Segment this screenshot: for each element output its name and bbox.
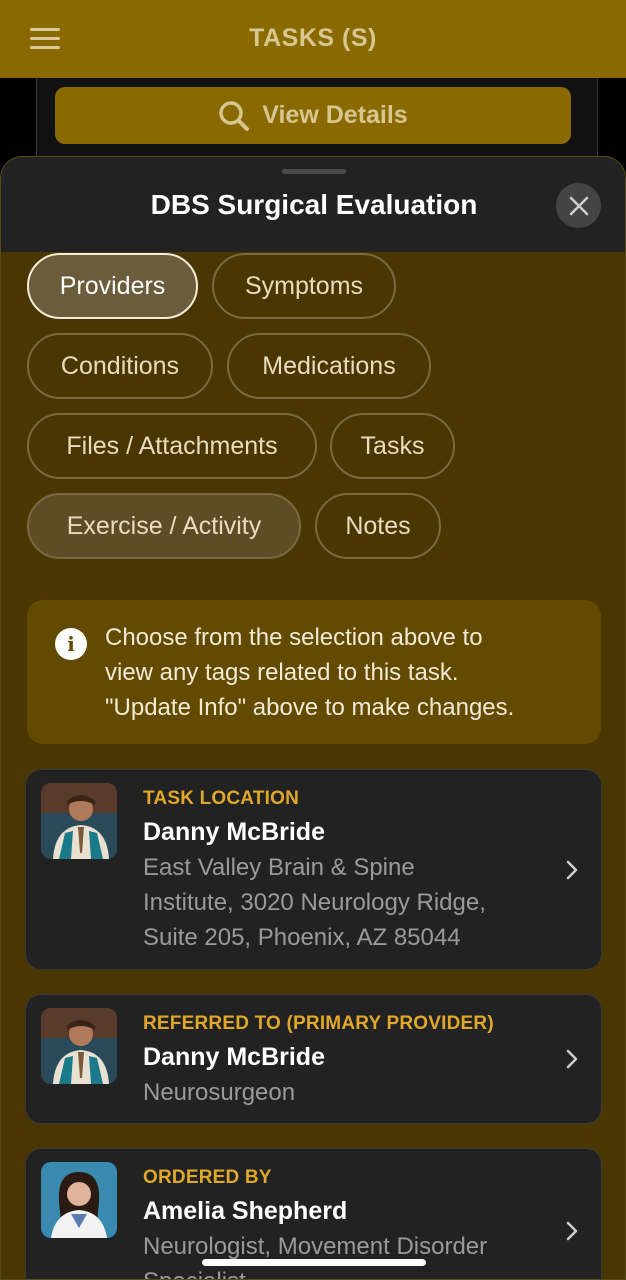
chevron-right-icon	[566, 1221, 578, 1241]
chevron-right-icon	[566, 860, 578, 880]
chip-conditions[interactable]: Conditions	[27, 333, 213, 399]
card-detail-line: Institute, 3020 Neurology Ridge,	[143, 889, 486, 916]
provider-card-task-location[interactable]: TASK LOCATION Danny McBride East Valley …	[25, 769, 602, 970]
chip-files-attachments[interactable]: Files / Attachments	[27, 413, 317, 479]
avatar	[41, 1008, 117, 1084]
card-name: Danny McBride	[143, 1043, 325, 1071]
chip-medications[interactable]: Medications	[227, 333, 431, 399]
card-details: Neurologist, Movement Disorder Specialis…	[143, 1229, 553, 1279]
chip-notes[interactable]: Notes	[315, 493, 441, 559]
info-line-2: view any tags related to this task.	[105, 659, 459, 686]
view-details-button[interactable]: View Details	[55, 87, 571, 144]
avatar	[41, 1162, 117, 1238]
page-title: TASKS (S)	[249, 24, 377, 52]
card-label: ORDERED BY	[143, 1167, 272, 1188]
info-line-3: "Update Info" above to make changes.	[105, 694, 515, 721]
card-detail-line: Neurosurgeon	[143, 1079, 296, 1106]
sheet-header: DBS Surgical Evaluation	[1, 157, 625, 252]
info-banner: i Choose from the selection above to vie…	[27, 600, 601, 744]
card-label: REFERRED TO (PRIMARY PROVIDER)	[143, 1013, 494, 1034]
search-icon	[219, 100, 250, 131]
chip-providers[interactable]: Providers	[27, 253, 198, 319]
bottom-sheet: DBS Surgical Evaluation Providers Sympto…	[0, 156, 626, 1280]
card-label: TASK LOCATION	[143, 788, 299, 809]
view-details-label: View Details	[262, 101, 408, 129]
chip-exercise-activity[interactable]: Exercise / Activity	[27, 493, 301, 559]
card-detail-line: Specialist	[143, 1264, 553, 1279]
info-text: Choose from the selection above to view …	[105, 620, 585, 725]
chip-symptoms[interactable]: Symptoms	[212, 253, 396, 319]
chevron-right-icon	[566, 1049, 578, 1069]
sheet-grabber[interactable]	[282, 169, 346, 174]
card-name: Amelia Shepherd	[143, 1197, 348, 1225]
card-detail-line: East Valley Brain & Spine	[143, 854, 415, 881]
chip-tasks[interactable]: Tasks	[330, 413, 455, 479]
close-icon	[569, 196, 588, 215]
info-line-1: Choose from the selection above to	[105, 624, 483, 651]
home-indicator	[202, 1259, 426, 1266]
info-icon: i	[55, 628, 87, 660]
card-details: East Valley Brain & Spine Institute, 302…	[143, 850, 553, 955]
top-app-bar: TASKS (S)	[0, 0, 626, 78]
close-button[interactable]	[556, 183, 601, 228]
card-details: Neurosurgeon	[143, 1075, 553, 1110]
card-name: Danny McBride	[143, 818, 325, 846]
provider-card-referred-to[interactable]: REFERRED TO (PRIMARY PROVIDER) Danny McB…	[25, 994, 602, 1124]
sheet-title: DBS Surgical Evaluation	[150, 189, 478, 220]
card-detail-line: Suite 205, Phoenix, AZ 85044	[143, 924, 461, 951]
avatar	[41, 783, 117, 859]
